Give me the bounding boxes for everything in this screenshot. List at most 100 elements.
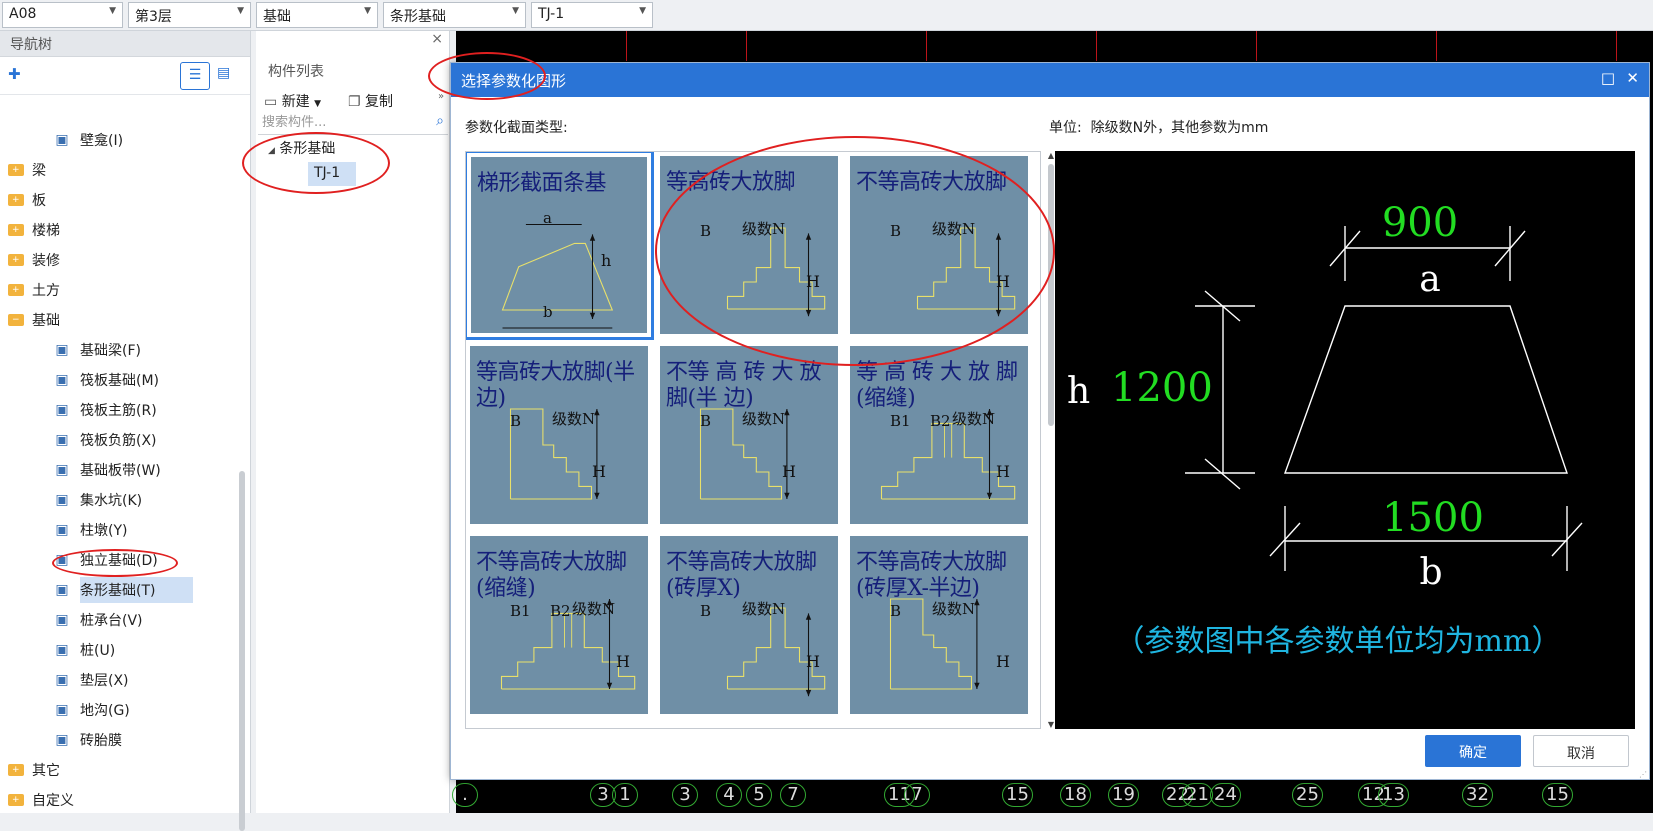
nav-item[interactable]: ▣ 筏板负筋(X) [52, 427, 156, 453]
resize-grip-icon[interactable]: ⋰ [1639, 770, 1647, 779]
chevron-down-icon: ▼ [364, 6, 371, 16]
nav-item[interactable]: ▣ 垫层(X) [52, 667, 128, 693]
axis-label: 15 [1002, 783, 1033, 807]
nav-item[interactable]: ▣ 基础梁(F) [52, 337, 141, 363]
grid-line [1256, 31, 1257, 61]
nav-item[interactable]: ▣ 集水坑(K) [52, 487, 142, 513]
floor-code-dropdown[interactable]: A08 ▼ [2, 2, 123, 28]
shape-tile-image: 不等高砖大放脚(砖厚X-半边) B 级数N H [850, 536, 1028, 714]
copy-label: 复制 [365, 94, 394, 110]
folder-open-icon: − [8, 314, 24, 326]
param-b: b [543, 303, 553, 321]
grid-line [1616, 31, 1617, 61]
nav-item[interactable]: + 装修 [8, 247, 60, 273]
nav-item[interactable]: ▣ 壁龛(I) [52, 127, 123, 153]
nav-item[interactable]: ▣ 砖胎膜 [52, 727, 122, 753]
grid-line [1096, 31, 1097, 61]
cancel-button[interactable]: 取消 [1533, 735, 1629, 767]
top-width-value: 900 [1382, 200, 1458, 246]
dialog-title-bar: 选择参数化图形 □ ✕ [451, 63, 1649, 97]
component-search[interactable]: 搜索构件... ⌕ [258, 111, 448, 135]
nav-item[interactable]: ▣ 筏板基础(M) [52, 367, 159, 393]
shape-tile-param-labels: B 级数N H [470, 346, 648, 524]
param-n: 级数N [552, 410, 596, 428]
pile-icon: ▣ [55, 642, 69, 658]
nav-item[interactable]: ▣ 桩(U) [52, 637, 115, 663]
nav-item[interactable]: ▣ 柱墩(Y) [52, 517, 127, 543]
raft-negative-rebar-icon: ▣ [55, 432, 69, 448]
nav-item[interactable]: ▣ 地沟(G) [52, 697, 129, 723]
category-dropdown[interactable]: 基础 ▼ [256, 2, 378, 28]
nav-item[interactable]: + 自定义 [8, 787, 74, 813]
chevron-down-icon: ▼ [639, 6, 646, 16]
brick-mold-icon: ▣ [55, 732, 69, 748]
nav-item[interactable]: − 基础 [8, 307, 60, 333]
shape-tile[interactable]: 梯形截面条基 a h b [466, 152, 654, 340]
axis-label: 3 [672, 783, 698, 807]
nav-item-label: 柱墩(Y) [80, 523, 128, 539]
nav-item[interactable]: ▣ 基础板带(W) [52, 457, 160, 483]
nav-toolbar: ✚ ☰ ▤ [0, 57, 250, 95]
shape-tile[interactable]: 不等高砖大放脚(砖厚X-半边) B 级数N H [844, 530, 1034, 720]
navigation-panel: 导航树 ✚ ☰ ▤ ▣ 壁龛(I) + 梁 + 板 + 楼梯 + 装修 + 土方 − 基础 ▣ 基础梁(F) ▣… [0, 31, 251, 831]
nav-item-label: 砖胎膜 [80, 733, 122, 749]
shape-tile[interactable]: 不等高砖大放脚(砖厚X) B 级数N H [654, 530, 844, 720]
nav-item[interactable]: ▣ 筏板主筋(R) [52, 397, 156, 423]
layer-dropdown[interactable]: 第3层 ▼ [128, 2, 251, 28]
axis-label: 7 [780, 783, 806, 807]
copy-button[interactable]: ❐ 复制 [348, 91, 393, 111]
list-view-icon[interactable]: ☰ [180, 62, 210, 90]
bottom-width-value: 1500 [1382, 495, 1484, 541]
element-dropdown[interactable]: TJ-1 ▼ [531, 2, 653, 28]
detail-view-icon[interactable]: ▤ [217, 65, 230, 81]
type-dropdown[interactable]: 条形基础 ▼ [383, 2, 526, 28]
axis-label-row: . 3 1 3 4 5 7 11 7 15 18 19 22 21 24 25 12 13 32 15 [452, 779, 1653, 813]
strip-footing-icon: ▣ [55, 582, 69, 598]
nav-item-label: 自定义 [32, 793, 74, 809]
nav-item-label: 桩(U) [80, 643, 116, 659]
shape-tile[interactable]: 不等高砖大放脚(缩缝) B1 B2 级数N H [466, 530, 654, 720]
layer-value: 第3层 [135, 9, 172, 25]
maximize-icon[interactable]: □ [1601, 69, 1615, 87]
param-n: 级数N [952, 410, 996, 428]
shape-tile-image: 梯形截面条基 a h b [471, 157, 647, 333]
search-input[interactable]: 搜索构件... [258, 115, 326, 130]
preview-unit-note: （参数图中各参数单位均为mm） [1115, 624, 1562, 659]
param-h-upper: H [806, 652, 820, 671]
top-width-label: a [1419, 259, 1440, 300]
search-icon[interactable]: ⌕ [436, 113, 444, 129]
nav-item[interactable]: + 楼梯 [8, 217, 60, 243]
new-button[interactable]: ▭ 新建 ▼ [264, 91, 321, 111]
annotation-ellipse-component [242, 132, 390, 194]
param-h-upper: H [782, 462, 796, 481]
param-h-upper: H [996, 462, 1010, 481]
nav-item[interactable]: + 梁 [8, 157, 46, 183]
trench-icon: ▣ [55, 702, 69, 718]
axis-label: 15 [1542, 783, 1573, 807]
shape-tile[interactable]: 不等 高 砖 大 放脚(半 边) B 级数N H [654, 340, 844, 530]
nav-item-label: 桩承台(V) [80, 613, 143, 629]
param-b: B [890, 602, 902, 620]
close-icon[interactable]: ✕ [1626, 69, 1639, 87]
nav-item[interactable]: ▣ 桩承台(V) [52, 607, 143, 633]
ok-button[interactable]: 确定 [1425, 735, 1521, 767]
param-b: B [700, 602, 712, 620]
shape-tile[interactable]: 等高砖大放脚(半边) B 级数N H [466, 340, 654, 530]
nav-scrollbar[interactable] [239, 471, 245, 831]
add-icon[interactable]: ✚ [8, 65, 21, 83]
nav-item[interactable]: + 其它 [8, 757, 60, 783]
nav-item[interactable]: + 板 [8, 187, 46, 213]
nav-item[interactable]: ▣ 条形基础(T) [52, 577, 194, 603]
param-n: 级数N [572, 600, 616, 618]
nav-item-label: 板 [32, 193, 46, 209]
nav-item-label: 装修 [32, 253, 60, 269]
scroll-thumb[interactable] [1048, 164, 1054, 426]
close-icon[interactable]: × [256, 31, 449, 57]
nav-title: 导航树 [0, 31, 250, 57]
shape-tile[interactable]: 等 高 砖 大 放 脚(缩缝) B1 B2 级数N H [844, 340, 1034, 530]
more-icon[interactable]: » [438, 91, 444, 102]
nav-item[interactable]: + 土方 [8, 277, 60, 303]
unit-label: 单位: [1049, 120, 1082, 136]
new-label: 新建 [281, 94, 310, 110]
cushion-icon: ▣ [55, 672, 69, 688]
